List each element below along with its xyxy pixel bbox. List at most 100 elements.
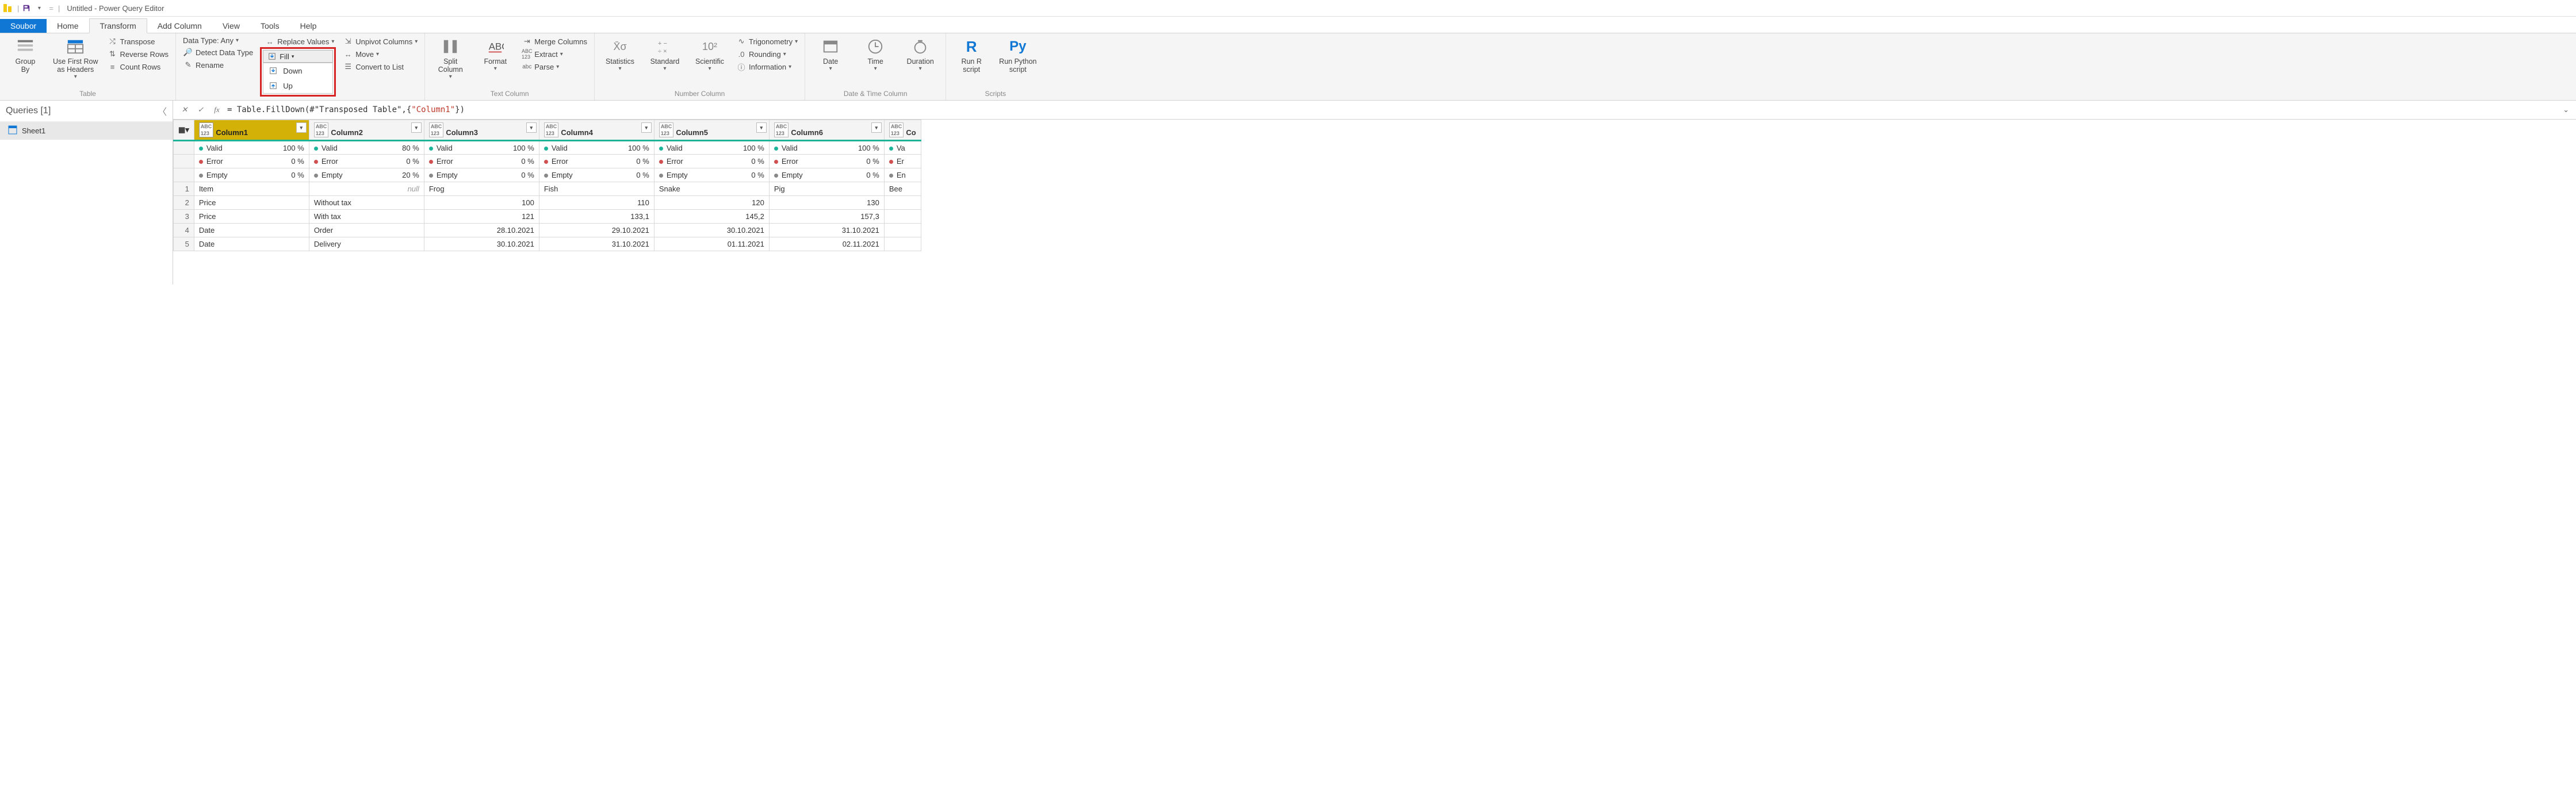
cell[interactable]: Bee <box>884 182 921 196</box>
save-icon[interactable] <box>21 3 32 13</box>
cell[interactable]: Price <box>194 196 309 210</box>
column-header-column5[interactable]: ABC123Column5▾ <box>654 120 769 141</box>
column-filter-icon[interactable]: ▾ <box>641 122 652 133</box>
cell[interactable]: 157,3 <box>769 210 884 224</box>
extract-button[interactable]: ABC123 Extract <box>520 48 588 60</box>
detect-data-type-button[interactable]: 🔎 Detect Data Type <box>182 47 254 58</box>
tab-help[interactable]: Help <box>290 19 327 33</box>
information-button[interactable]: ⓘ Information <box>735 61 799 72</box>
table-row[interactable]: 4DateOrder28.10.202129.10.202130.10.2021… <box>174 224 921 237</box>
table-row[interactable]: 2PriceWithout tax100110120130 <box>174 196 921 210</box>
standard-button[interactable]: + −÷ × Standard <box>645 36 684 73</box>
cell[interactable]: 130 <box>769 196 884 210</box>
merge-columns-button[interactable]: ⇥ Merge Columns <box>520 36 588 47</box>
fill-button[interactable]: Fill ▾ <box>263 50 333 63</box>
run-r-button[interactable]: R Run R script <box>952 36 991 75</box>
tab-tools[interactable]: Tools <box>250 19 290 33</box>
cell[interactable]: 30.10.2021 <box>424 237 539 251</box>
convert-to-list-button[interactable]: ☰ Convert to List <box>342 61 419 72</box>
cell[interactable]: 145,2 <box>654 210 769 224</box>
run-python-button[interactable]: Py Run Python script <box>997 36 1039 75</box>
column-filter-icon[interactable]: ▾ <box>411 122 422 133</box>
column-filter-icon[interactable]: ▾ <box>296 122 307 133</box>
query-item-sheet1[interactable]: Sheet1 <box>0 122 173 140</box>
cell[interactable]: 120 <box>654 196 769 210</box>
tab-file[interactable]: Soubor <box>0 19 47 33</box>
cell[interactable] <box>884 196 921 210</box>
cell[interactable]: Fish <box>539 182 654 196</box>
cell[interactable] <box>884 210 921 224</box>
column-filter-icon[interactable]: ▾ <box>526 122 537 133</box>
data-type-button[interactable]: Data Type: Any <box>182 36 254 45</box>
cell[interactable]: Date <box>194 224 309 237</box>
cell[interactable]: 100 <box>424 196 539 210</box>
rename-button[interactable]: ✎ Rename <box>182 59 254 71</box>
select-all-corner[interactable]: ▦▾ <box>174 120 194 141</box>
split-column-button[interactable]: Split Column <box>431 36 470 81</box>
column-header-column6[interactable]: ABC123Column6▾ <box>769 120 884 141</box>
expand-formula-icon[interactable]: ⌄ <box>2559 105 2573 114</box>
accept-formula-icon[interactable]: ✓ <box>193 105 209 114</box>
transpose-button[interactable]: ⤭ Transpose <box>106 36 170 47</box>
cell[interactable]: 31.10.2021 <box>539 237 654 251</box>
cell[interactable]: 31.10.2021 <box>769 224 884 237</box>
count-rows-button[interactable]: ≡ Count Rows <box>106 61 170 72</box>
move-button[interactable]: ↔ Move <box>342 48 419 60</box>
table-row[interactable]: 3PriceWith tax121133,1145,2157,3 <box>174 210 921 224</box>
column-header-column2[interactable]: ABC123Column2▾ <box>309 120 424 141</box>
format-button[interactable]: ABC Format <box>476 36 515 73</box>
cell[interactable]: Without tax <box>309 196 424 210</box>
cell[interactable]: Frog <box>424 182 539 196</box>
cancel-formula-icon[interactable]: ✕ <box>177 105 193 114</box>
tab-transform[interactable]: Transform <box>89 18 147 33</box>
duration-button[interactable]: Duration <box>901 36 940 73</box>
cell[interactable]: 29.10.2021 <box>539 224 654 237</box>
qat-dropdown-icon[interactable]: ▾ <box>34 3 44 13</box>
replace-values-button[interactable]: ↔ Replace Values <box>263 36 336 47</box>
table-row[interactable]: 1ItemnullFrogFishSnakePigBee <box>174 182 921 196</box>
cell[interactable]: Delivery <box>309 237 424 251</box>
tab-add-column[interactable]: Add Column <box>147 19 212 33</box>
rounding-button[interactable]: .0 Rounding <box>735 48 799 60</box>
cell[interactable]: Snake <box>654 182 769 196</box>
cell[interactable]: 02.11.2021 <box>769 237 884 251</box>
cell[interactable]: Order <box>309 224 424 237</box>
cell[interactable]: 01.11.2021 <box>654 237 769 251</box>
cell[interactable]: 110 <box>539 196 654 210</box>
tab-home[interactable]: Home <box>47 19 89 33</box>
fx-icon[interactable]: fx <box>209 105 225 114</box>
column-header-column4[interactable]: ABC123Column4▾ <box>539 120 654 141</box>
statistics-button[interactable]: X̄σ Statistics <box>600 36 640 73</box>
cell[interactable]: Price <box>194 210 309 224</box>
parse-button[interactable]: abc Parse <box>520 61 588 72</box>
table-row[interactable]: 5DateDelivery30.10.202131.10.202101.11.2… <box>174 237 921 251</box>
cell[interactable]: 28.10.2021 <box>424 224 539 237</box>
cell[interactable] <box>884 224 921 237</box>
column-header-overflow[interactable]: ABC123Co <box>884 120 921 141</box>
reverse-rows-button[interactable]: ⇅ Reverse Rows <box>106 48 170 60</box>
cell[interactable] <box>884 237 921 251</box>
cell[interactable]: null <box>309 182 424 196</box>
trig-button[interactable]: ∿ Trigonometry <box>735 36 799 47</box>
group-by-button[interactable]: Group By <box>6 36 45 75</box>
formula-input[interactable]: = Table.FillDown(#"Transposed Table",{"C… <box>225 103 2559 117</box>
scientific-button[interactable]: 10² Scientific <box>690 36 729 73</box>
use-first-row-button[interactable]: Use First Row as Headers <box>51 36 100 81</box>
column-header-column3[interactable]: ABC123Column3▾ <box>424 120 539 141</box>
cell[interactable]: 121 <box>424 210 539 224</box>
unpivot-button[interactable]: ⇲ Unpivot Columns <box>342 36 419 47</box>
column-header-column1[interactable]: ABC123Column1▾ <box>194 120 309 141</box>
column-filter-icon[interactable]: ▾ <box>871 122 882 133</box>
date-button[interactable]: Date <box>811 36 850 73</box>
fill-down-menu-item[interactable]: Down <box>263 63 332 78</box>
cell[interactable]: Item <box>194 182 309 196</box>
cell[interactable]: Pig <box>769 182 884 196</box>
time-button[interactable]: Time <box>856 36 895 73</box>
cell[interactable]: With tax <box>309 210 424 224</box>
collapse-pane-icon[interactable]: 〈 <box>158 104 167 118</box>
data-grid[interactable]: ▦▾ABC123Column1▾ABC123Column2▾ABC123Colu… <box>173 120 2576 251</box>
cell[interactable]: 133,1 <box>539 210 654 224</box>
cell[interactable]: 30.10.2021 <box>654 224 769 237</box>
column-filter-icon[interactable]: ▾ <box>756 122 767 133</box>
fill-up-menu-item[interactable]: Up <box>263 78 332 93</box>
